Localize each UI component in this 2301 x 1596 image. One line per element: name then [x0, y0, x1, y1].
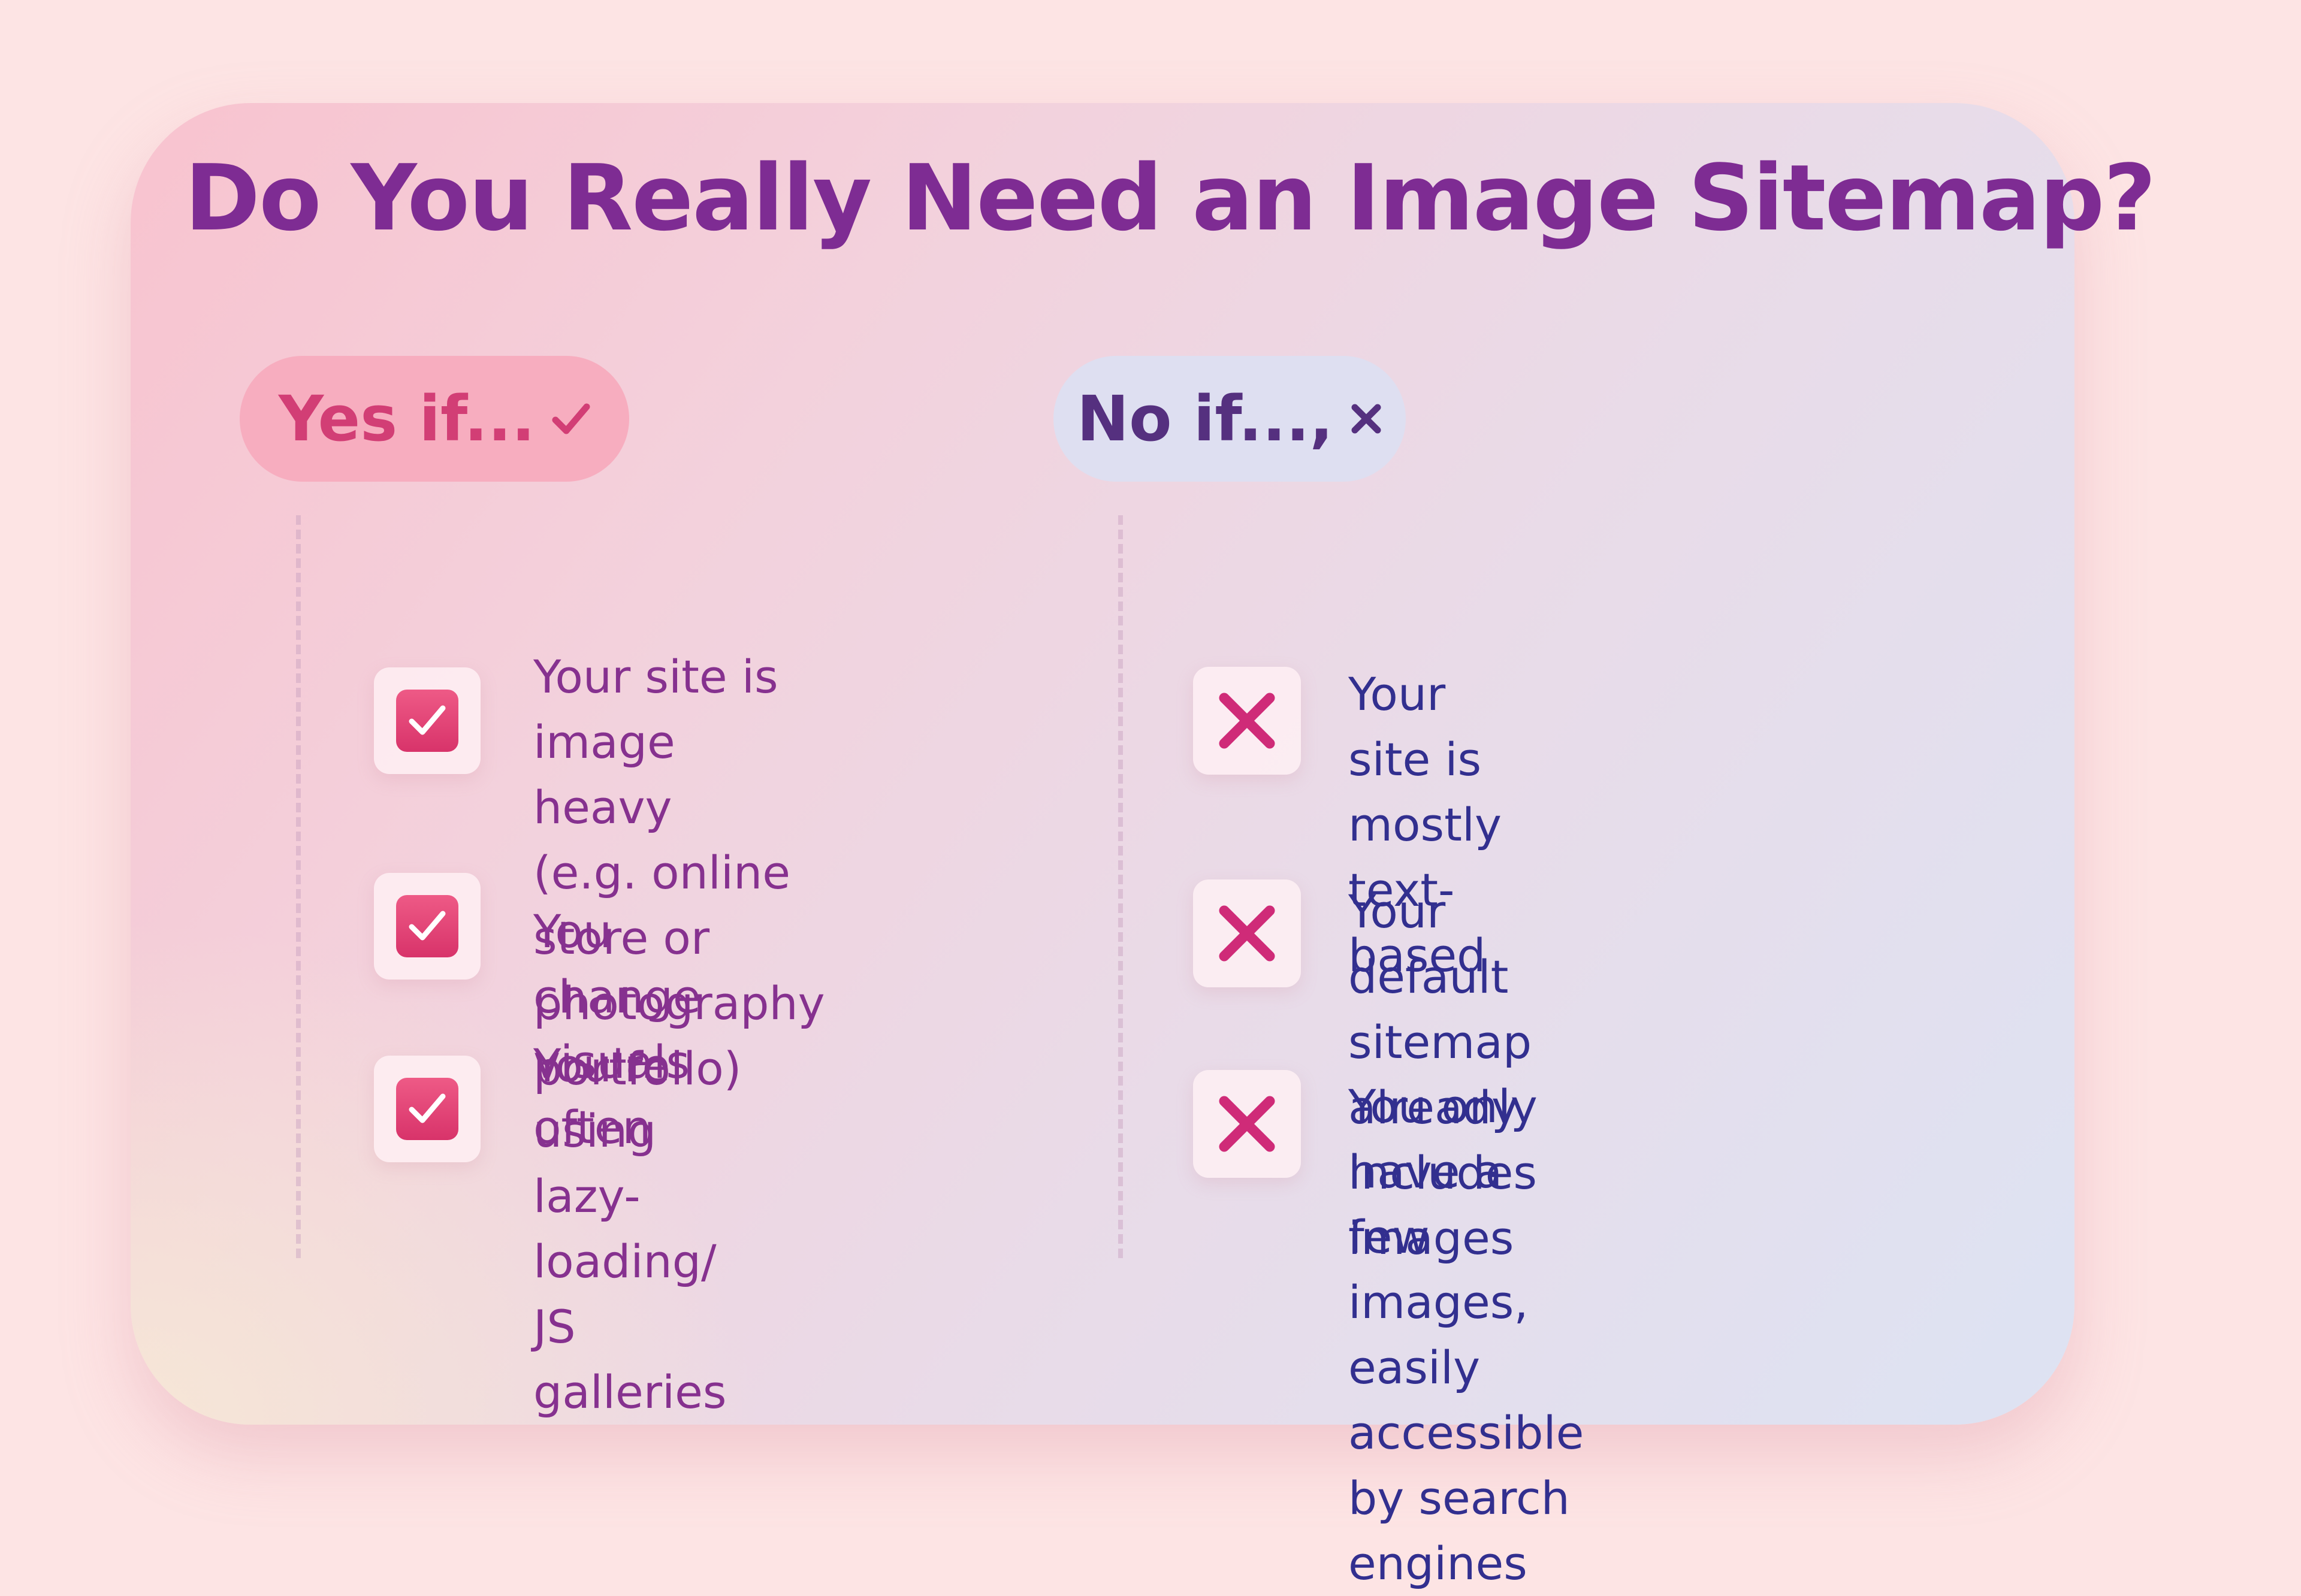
cross-icon	[1219, 1096, 1275, 1152]
page-title: Do You Really Need an Image Sitemap?	[185, 145, 2156, 251]
cross-icon	[1219, 905, 1275, 962]
yes-item-text: You're using lazy-loading/ JS galleries	[533, 1039, 727, 1419]
checked-checkbox-icon	[396, 690, 458, 752]
yes-heading-pill: Yes if...	[240, 356, 629, 482]
no-item-text: You only have a few images, easily acces…	[1348, 1080, 1584, 1590]
checked-checkbox-icon	[396, 895, 458, 957]
no-heading-pill: No if...,	[1053, 356, 1406, 482]
yes-column-dashed-rail	[296, 515, 301, 1258]
checked-checkbox-icon	[396, 1078, 458, 1140]
yes-heading-label: Yes if...	[278, 382, 536, 455]
no-item-box	[1193, 879, 1301, 987]
cross-icon	[1351, 404, 1381, 434]
no-heading-label: No if...,	[1077, 382, 1333, 455]
no-item-box	[1193, 1070, 1301, 1178]
checkmark-icon	[552, 403, 590, 434]
yes-item-checkbox	[374, 873, 481, 980]
cross-icon	[1219, 693, 1275, 749]
no-column-dashed-rail	[1118, 515, 1123, 1258]
yes-item-checkbox	[374, 1056, 481, 1162]
no-item-box	[1193, 667, 1301, 775]
yes-item-checkbox	[374, 667, 481, 774]
